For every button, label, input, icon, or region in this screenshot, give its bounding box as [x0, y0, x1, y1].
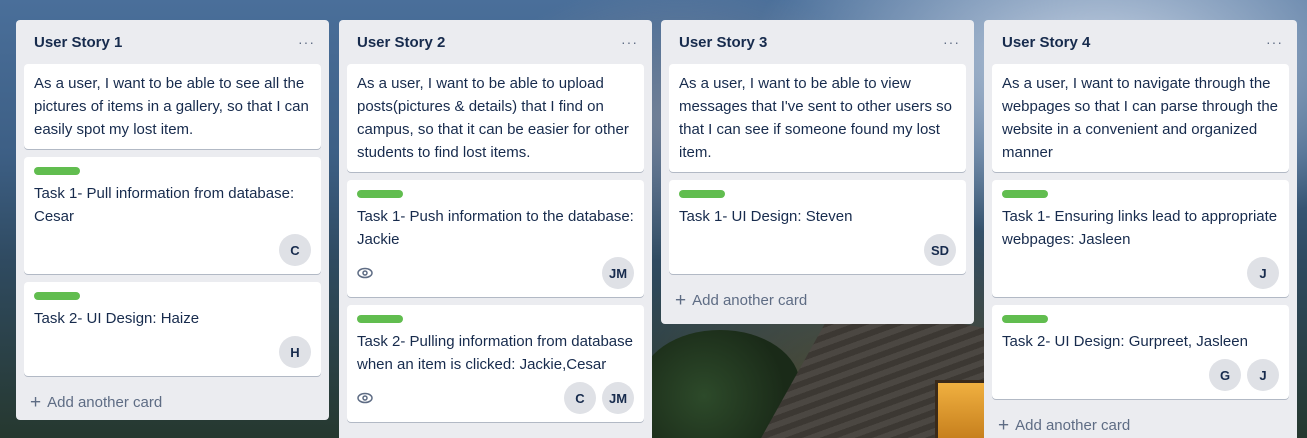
plus-icon: +	[675, 289, 687, 311]
card-footer: G J	[1002, 359, 1279, 391]
list-header: User Story 2 ···	[347, 20, 644, 64]
list-title[interactable]: User Story 4	[1002, 34, 1090, 51]
card-members: J	[1247, 257, 1279, 289]
green-label	[1002, 315, 1048, 323]
green-label	[34, 167, 80, 175]
card-members: SD	[924, 234, 956, 266]
add-card-label: Add another card	[1015, 416, 1131, 434]
green-label	[1002, 190, 1048, 198]
green-label	[679, 190, 725, 198]
card-text: Task 2- UI Design: Gurpreet, Jasleen	[1002, 333, 1248, 350]
list-title[interactable]: User Story 3	[679, 34, 767, 51]
avatar[interactable]: JM	[602, 382, 634, 414]
task-card[interactable]: Task 2- Pulling information from databas…	[347, 305, 644, 422]
card-text: Task 1- UI Design: Steven	[679, 208, 853, 225]
list-user-story-1: User Story 1 ··· As a user, I want to be…	[16, 20, 329, 420]
card-footer: C JM	[357, 382, 634, 414]
avatar[interactable]: C	[564, 382, 596, 414]
list-user-story-2: User Story 2 ··· As a user, I want to be…	[339, 20, 652, 438]
card-footer: SD	[679, 234, 956, 266]
list-header: User Story 1 ···	[24, 20, 321, 64]
card-members: JM	[602, 257, 634, 289]
plus-icon: +	[998, 414, 1010, 436]
add-card-button[interactable]: + Add another card	[24, 384, 321, 420]
card-footer: J	[1002, 257, 1279, 289]
story-card[interactable]: As a user, I want to be able to see all …	[24, 64, 321, 149]
eye-icon	[357, 389, 375, 407]
ellipsis-icon[interactable]: ···	[298, 34, 315, 50]
ellipsis-icon[interactable]: ···	[1266, 34, 1283, 50]
task-card[interactable]: Task 1- Push information to the database…	[347, 180, 644, 297]
task-card[interactable]: Task 2- UI Design: Gurpreet, Jasleen G J	[992, 305, 1289, 399]
card-text: Task 2- Pulling information from databas…	[357, 333, 633, 373]
card-members: C	[279, 234, 311, 266]
add-card-label: Add another card	[47, 393, 163, 411]
card-text: Task 2- UI Design: Haize	[34, 310, 200, 327]
card-footer: H	[34, 336, 311, 368]
avatar[interactable]: J	[1247, 257, 1279, 289]
add-card-button[interactable]: + Add another card	[992, 407, 1289, 438]
list-header: User Story 4 ···	[992, 20, 1289, 64]
task-card[interactable]: Task 1- Pull information from database: …	[24, 157, 321, 274]
green-label	[34, 292, 80, 300]
story-card[interactable]: As a user, I want to be able to view mes…	[669, 64, 966, 172]
card-text: As a user, I want to navigate through th…	[1002, 75, 1279, 161]
add-card-button[interactable]: + Add another card	[669, 282, 966, 318]
eye-icon	[357, 264, 375, 282]
card-text: Task 1- Push information to the database…	[357, 208, 634, 248]
card-members: G J	[1209, 359, 1279, 391]
avatar[interactable]: H	[279, 336, 311, 368]
card-text: Task 1- Pull information from database: …	[34, 185, 295, 225]
list-user-story-3: User Story 3 ··· As a user, I want to be…	[661, 20, 974, 324]
plus-icon: +	[30, 391, 42, 413]
card-text: As a user, I want to be able to see all …	[34, 75, 309, 138]
card-members: C JM	[564, 382, 634, 414]
avatar[interactable]: J	[1247, 359, 1279, 391]
list-title[interactable]: User Story 2	[357, 34, 445, 51]
card-footer: C	[34, 234, 311, 266]
ellipsis-icon[interactable]: ···	[943, 34, 960, 50]
ellipsis-icon[interactable]: ···	[621, 34, 638, 50]
list-user-story-4: User Story 4 ··· As a user, I want to na…	[984, 20, 1297, 438]
avatar[interactable]: G	[1209, 359, 1241, 391]
avatar[interactable]: JM	[602, 257, 634, 289]
list-title[interactable]: User Story 1	[34, 34, 122, 51]
avatar[interactable]: SD	[924, 234, 956, 266]
green-label	[357, 315, 403, 323]
task-card[interactable]: Task 1- UI Design: Steven SD	[669, 180, 966, 274]
avatar[interactable]: C	[279, 234, 311, 266]
task-card[interactable]: Task 2- UI Design: Haize H	[24, 282, 321, 376]
card-text: As a user, I want to be able to view mes…	[679, 75, 953, 161]
list-header: User Story 3 ···	[669, 20, 966, 64]
task-card[interactable]: Task 1- Ensuring links lead to appropria…	[992, 180, 1289, 297]
add-card-label: Add another card	[692, 291, 808, 309]
story-card[interactable]: As a user, I want to navigate through th…	[992, 64, 1289, 172]
green-label	[357, 190, 403, 198]
card-text: As a user, I want to be able to upload p…	[357, 75, 629, 161]
story-card[interactable]: As a user, I want to be able to upload p…	[347, 64, 644, 172]
card-footer: JM	[357, 257, 634, 289]
card-members: H	[279, 336, 311, 368]
card-text: Task 1- Ensuring links lead to appropria…	[1002, 208, 1278, 248]
